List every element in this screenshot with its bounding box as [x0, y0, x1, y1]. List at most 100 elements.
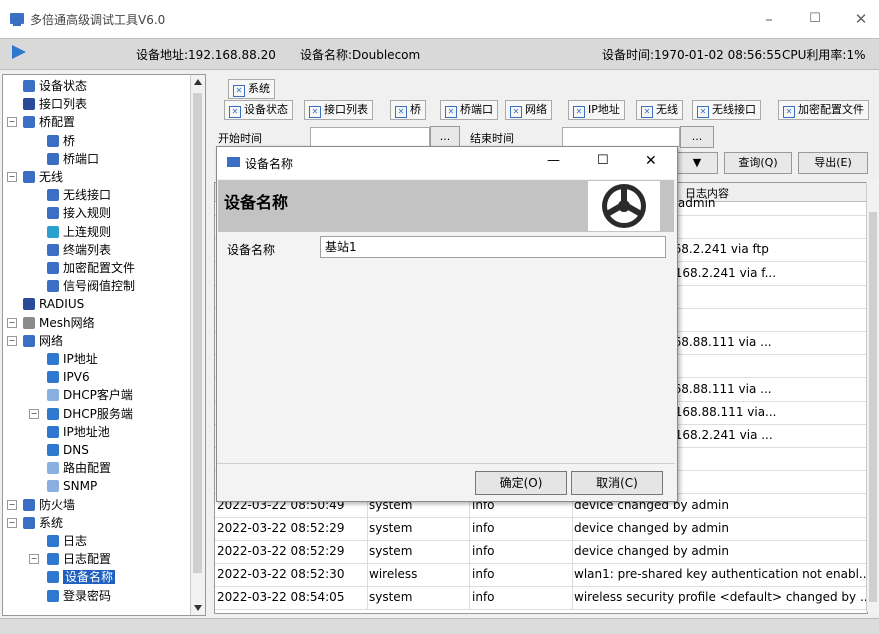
end-time-browse-button[interactable]: ... [680, 126, 714, 148]
dialog-minimize-button[interactable]: — [547, 153, 560, 168]
tree-item-26[interactable]: 日志配置 [47, 550, 111, 568]
tree-item-11[interactable]: 信号阀值控制 [47, 277, 135, 295]
wifi-icon [23, 171, 35, 183]
tab-0[interactable]: ✕ 设备状态 [224, 100, 293, 120]
tree-item-17[interactable]: DHCP客户端 [47, 386, 133, 404]
table-row[interactable]: 2022-03-22 08:52:29 system info device chan… [215, 516, 867, 541]
cancel-button[interactable]: 取消(C) [571, 471, 663, 495]
tree-item-3[interactable]: 桥 [47, 132, 75, 150]
nav-tree[interactable]: 设备状态 接口列表 − 桥配置桥桥端口 − 无线 无线接口 接入规则 上连规则 终端列表 加密配置文… [2, 74, 206, 616]
device-name-input[interactable] [320, 236, 666, 258]
maximize-button[interactable]: ☐ [800, 8, 830, 30]
tab-close-icon[interactable]: ✕ [309, 106, 321, 118]
query-button[interactable]: 查询(Q) [724, 152, 792, 174]
tree-item-8[interactable]: 上连规则 [47, 223, 111, 241]
tree-item-2[interactable]: 桥配置 [23, 113, 75, 131]
tab-3[interactable]: ✕ 桥端口 [440, 100, 498, 120]
tree-item-16[interactable]: IPV6 [47, 368, 90, 386]
tree-item-9[interactable]: 终端列表 [47, 241, 111, 259]
tree-item-4[interactable]: 桥端口 [47, 150, 99, 168]
tree-item-0[interactable]: 设备状态 [23, 77, 87, 95]
tab-4[interactable]: ✕ 网络 [505, 100, 552, 120]
end-time-label: 结束时间 [470, 132, 514, 145]
table-row[interactable]: 2022-03-22 08:52:29 system info device chan… [215, 540, 867, 564]
tab-2[interactable]: ✕ 桥 [390, 100, 426, 120]
expand-toggle-icon[interactable]: − [29, 408, 39, 419]
tab-label: IP地址 [588, 103, 620, 116]
tab-close-icon[interactable]: ✕ [641, 106, 653, 118]
table-row[interactable]: 2022-03-22 08:52:30 wireless info wlan1: pr… [215, 563, 867, 588]
expand-toggle-icon[interactable]: − [7, 499, 17, 510]
tab-close-icon[interactable]: ✕ [510, 106, 522, 118]
ip-icon [47, 353, 59, 365]
close-button[interactable]: ✕ [846, 8, 876, 30]
tab-close-icon[interactable]: ✕ [229, 106, 241, 118]
tab-close-icon[interactable]: ✕ [573, 106, 585, 118]
tree-item-13[interactable]: Mesh网络 [23, 314, 95, 332]
tab-8[interactable]: ✕ 加密配置文件 [778, 100, 869, 120]
minimize-button[interactable]: – [754, 8, 784, 30]
tab-close-icon[interactable]: ✕ [395, 106, 407, 118]
tree-item-18[interactable]: DHCP服务端 [47, 405, 133, 423]
tree-item-label: 上连规则 [63, 224, 112, 239]
tree-item-label: IP地址 [63, 352, 98, 366]
expand-toggle-icon[interactable]: − [7, 117, 17, 128]
expand-toggle-icon[interactable]: − [7, 317, 17, 328]
tree-item-27[interactable]: 设备名称 [47, 568, 116, 586]
tree-item-19[interactable]: IP地址池 [47, 423, 110, 441]
start-time-input[interactable] [310, 127, 430, 147]
scroll-down-arrow-icon[interactable] [194, 605, 202, 611]
exit-icon[interactable] [12, 45, 26, 59]
dialog-separator [217, 463, 675, 464]
expand-toggle-icon[interactable]: − [7, 335, 17, 346]
tab-close-icon[interactable]: ✕ [445, 106, 457, 118]
tab-label: 桥端口 [460, 103, 493, 116]
tree-item-22[interactable]: SNMP [47, 477, 97, 495]
tree-item-25[interactable]: 日志 [47, 532, 87, 550]
tree-item-6[interactable]: 无线接口 [47, 186, 111, 204]
tree-scroll-thumb[interactable] [193, 93, 202, 573]
tab-5[interactable]: ✕ IP地址 [568, 100, 625, 120]
tree-item-23[interactable]: 防火墙 [23, 496, 75, 514]
start-time-browse-button[interactable]: ... [430, 126, 460, 148]
tab-6[interactable]: ✕ 无线 [636, 100, 683, 120]
cell-level: info [472, 563, 573, 587]
export-button[interactable]: 导出(E) [798, 152, 868, 174]
tree-item-20[interactable]: DNS [47, 441, 89, 459]
dialog-maximize-button[interactable]: ☐ [597, 153, 609, 168]
dialog-close-button[interactable]: ✕ [645, 153, 657, 169]
tree-item-5[interactable]: 无线 [23, 168, 63, 186]
end-time-input[interactable] [562, 127, 680, 147]
table-scroll-thumb[interactable] [869, 212, 877, 602]
tree-item-label: 接入规则 [63, 206, 112, 221]
tree-item-28[interactable]: 登录密码 [47, 587, 111, 605]
scroll-up-arrow-icon[interactable] [194, 79, 202, 85]
expand-toggle-icon[interactable]: − [7, 172, 17, 182]
tree-item-10[interactable]: 加密配置文件 [47, 259, 135, 277]
tree-item-7[interactable]: 接入规则 [47, 204, 111, 222]
tree-item-15[interactable]: IP地址 [47, 350, 98, 368]
tree-item-21[interactable]: 路由配置 [47, 459, 111, 477]
tab-system-group[interactable]: ✕ 系统 [228, 79, 275, 99]
tree-item-14[interactable]: 网络 [23, 332, 63, 350]
tree-item-24[interactable]: 系统 [23, 514, 63, 532]
tab-close-icon[interactable]: ✕ [697, 106, 709, 118]
table-scrollbar[interactable] [866, 182, 879, 612]
tab-close-icon[interactable]: ✕ [783, 106, 795, 118]
tree-item-label: 无线接口 [63, 188, 112, 203]
tree-item-1[interactable]: 接口列表 [23, 95, 87, 113]
tab-close-icon[interactable]: ✕ [233, 85, 245, 97]
tab-7[interactable]: ✕ 无线接口 [692, 100, 761, 120]
cell-level: info [472, 540, 573, 563]
tree-item-12[interactable]: RADIUS [23, 295, 84, 313]
table-row[interactable]: 2022-03-22 08:54:05 system info wireless se… [215, 586, 867, 611]
device-name-info: 设备名称:Doublecom [300, 48, 421, 62]
device-name-dialog[interactable]: 设备名称 — ☐ ✕ 设备名称 设备名称 确定(O) 取消(C) [216, 146, 678, 502]
level-dropdown[interactable]: ▼ [676, 152, 718, 174]
tree-scrollbar[interactable] [190, 75, 205, 615]
tab-1[interactable]: ✕ 接口列表 [304, 100, 373, 120]
expand-toggle-icon[interactable]: − [7, 517, 17, 528]
ok-button[interactable]: 确定(O) [475, 471, 567, 495]
expand-toggle-icon[interactable]: − [29, 554, 39, 565]
dhcp-server-icon [47, 407, 59, 420]
